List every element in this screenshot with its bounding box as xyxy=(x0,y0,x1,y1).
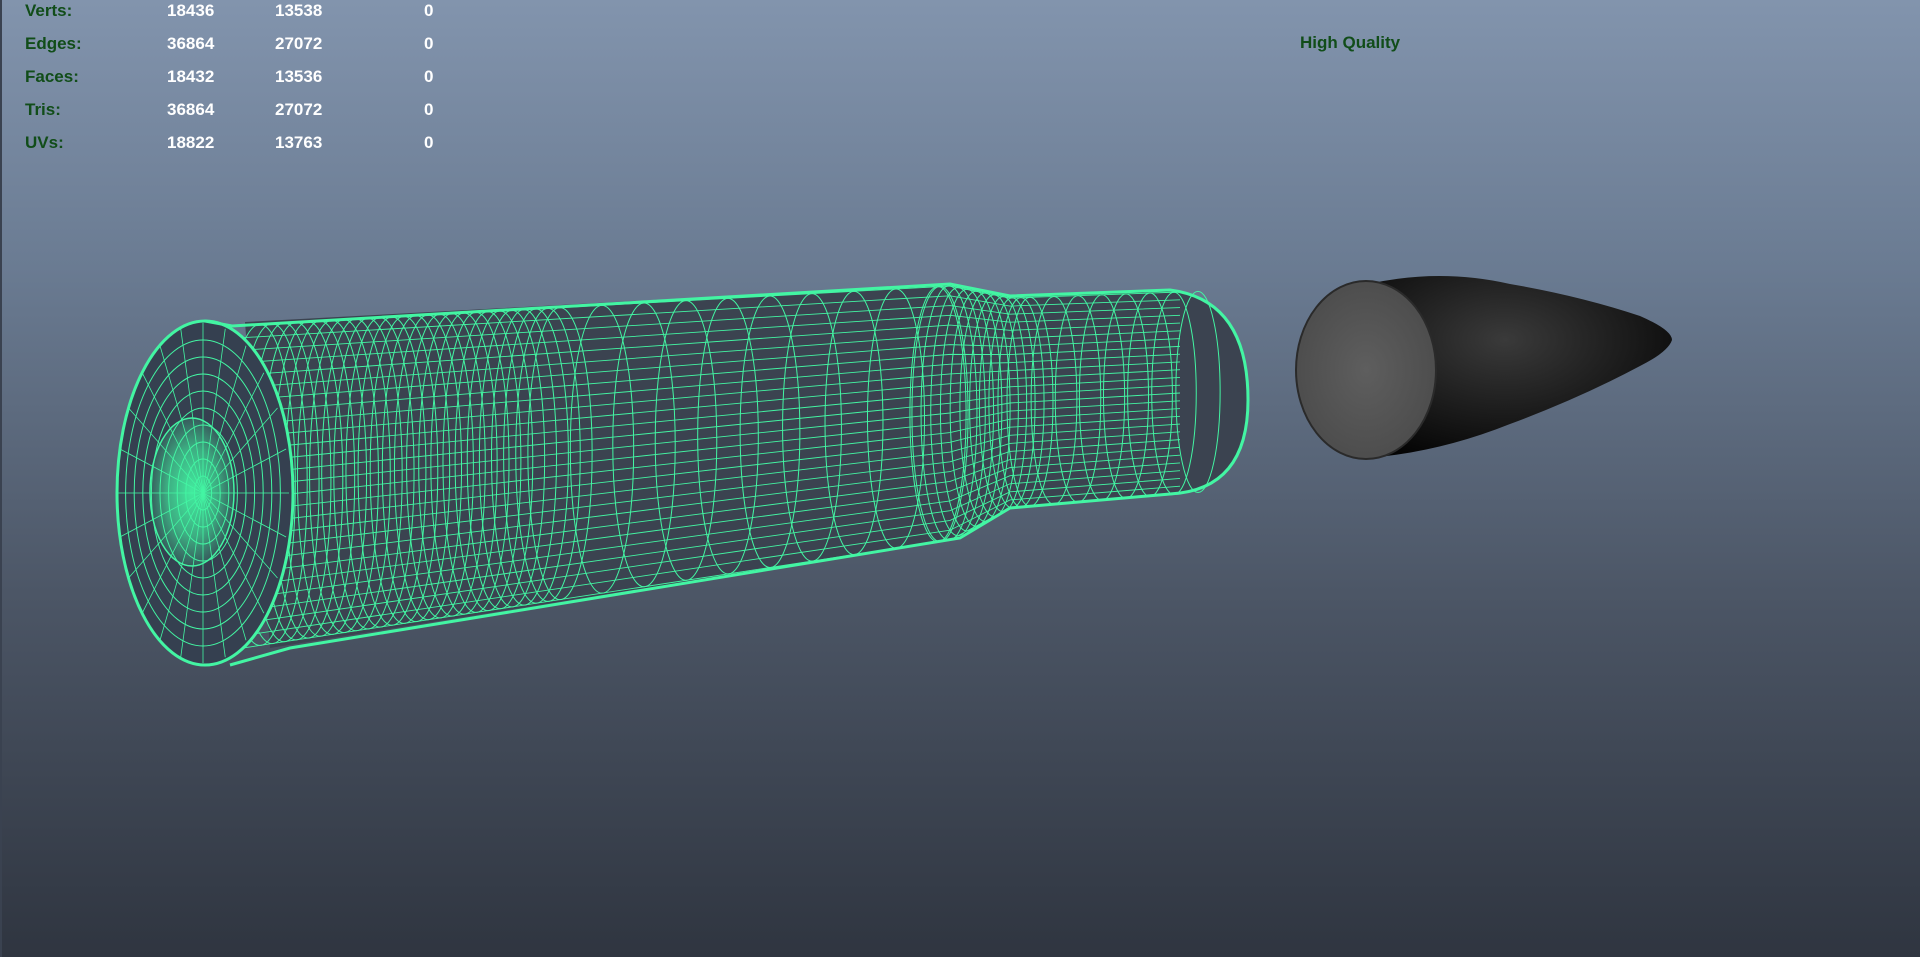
bullet-projectile-icon[interactable] xyxy=(1295,276,1672,460)
bullet-casing-wireframe-icon[interactable] xyxy=(115,282,1250,667)
3d-viewport[interactable]: Verts: 18436 13538 0 Edges: 36864 27072 … xyxy=(0,0,1920,957)
casing-primer xyxy=(149,417,235,567)
bullet-base xyxy=(1295,280,1437,460)
scene-canvas[interactable] xyxy=(0,0,1920,957)
